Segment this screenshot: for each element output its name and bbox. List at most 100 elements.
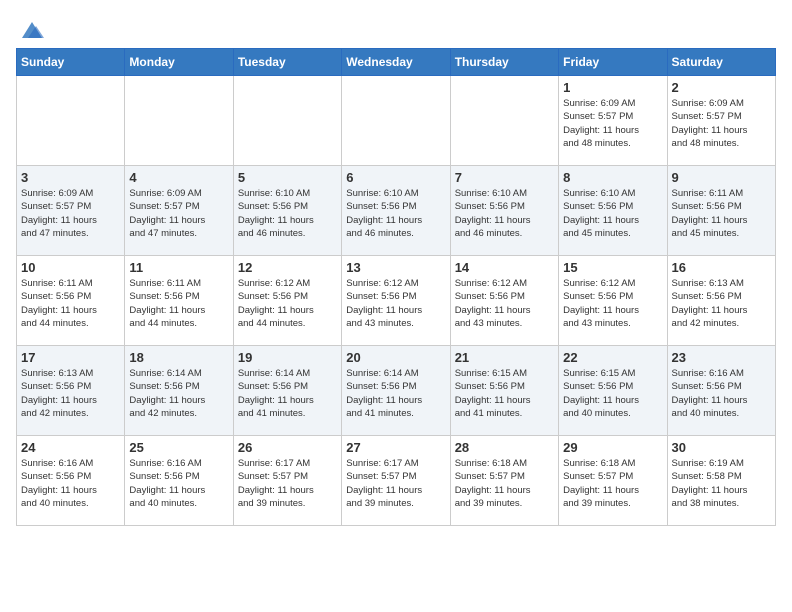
- day-number: 16: [672, 260, 771, 275]
- calendar-cell: 23 Sunrise: 6:16 AM Sunset: 5:56 PM Dayli…: [667, 346, 775, 436]
- day-number: 6: [346, 170, 445, 185]
- day-number: 2: [672, 80, 771, 95]
- day-info: Sunrise: 6:12 AM Sunset: 5:56 PM Dayligh…: [238, 277, 337, 330]
- calendar-cell: 20 Sunrise: 6:14 AM Sunset: 5:56 PM Dayli…: [342, 346, 450, 436]
- calendar-cell: 18 Sunrise: 6:14 AM Sunset: 5:56 PM Dayli…: [125, 346, 233, 436]
- day-info: Sunrise: 6:14 AM Sunset: 5:56 PM Dayligh…: [238, 367, 337, 420]
- day-info: Sunrise: 6:12 AM Sunset: 5:56 PM Dayligh…: [346, 277, 445, 330]
- calendar-cell: [125, 76, 233, 166]
- day-info: Sunrise: 6:10 AM Sunset: 5:56 PM Dayligh…: [455, 187, 554, 240]
- calendar-week-row: 10 Sunrise: 6:11 AM Sunset: 5:56 PM Dayli…: [17, 256, 776, 346]
- day-number: 21: [455, 350, 554, 365]
- calendar-week-row: 24Sunrise: 6:16 AM Sunset: 5:56 PM Dayli…: [17, 436, 776, 526]
- calendar-cell: 26 Sunrise: 6:17 AM Sunset: 5:57 PM Dayli…: [233, 436, 341, 526]
- day-number: 15: [563, 260, 662, 275]
- day-number: 22: [563, 350, 662, 365]
- day-info: Sunrise: 6:09 AM Sunset: 5:57 PM Dayligh…: [563, 97, 662, 150]
- day-info: Sunrise: 6:14 AM Sunset: 5:56 PM Dayligh…: [346, 367, 445, 420]
- day-number: 28: [455, 440, 554, 455]
- day-number: 1: [563, 80, 662, 95]
- calendar-week-row: 3 Sunrise: 6:09 AM Sunset: 5:57 PM Daylig…: [17, 166, 776, 256]
- day-number: 29: [563, 440, 662, 455]
- day-number: 3: [21, 170, 120, 185]
- weekday-header: Sunday: [17, 49, 125, 76]
- day-info: Sunrise: 6:17 AM Sunset: 5:57 PM Dayligh…: [238, 457, 337, 510]
- day-info: Sunrise: 6:19 AM Sunset: 5:58 PM Dayligh…: [672, 457, 771, 510]
- logo: [16, 16, 46, 38]
- day-number: 20: [346, 350, 445, 365]
- calendar-cell: 4 Sunrise: 6:09 AM Sunset: 5:57 PM Daylig…: [125, 166, 233, 256]
- calendar-cell: 14 Sunrise: 6:12 AM Sunset: 5:56 PM Dayli…: [450, 256, 558, 346]
- day-number: 9: [672, 170, 771, 185]
- calendar-cell: 21 Sunrise: 6:15 AM Sunset: 5:56 PM Dayli…: [450, 346, 558, 436]
- calendar-cell: 7 Sunrise: 6:10 AM Sunset: 5:56 PM Daylig…: [450, 166, 558, 256]
- calendar-table: SundayMondayTuesdayWednesdayThursdayFrid…: [16, 48, 776, 526]
- calendar-cell: 16 Sunrise: 6:13 AM Sunset: 5:56 PM Dayli…: [667, 256, 775, 346]
- calendar-cell: 8 Sunrise: 6:10 AM Sunset: 5:56 PM Daylig…: [559, 166, 667, 256]
- calendar-week-row: 1 Sunrise: 6:09 AM Sunset: 5:57 PM Daylig…: [17, 76, 776, 166]
- day-info: Sunrise: 6:17 AM Sunset: 5:57 PM Dayligh…: [346, 457, 445, 510]
- calendar-cell: 1 Sunrise: 6:09 AM Sunset: 5:57 PM Daylig…: [559, 76, 667, 166]
- weekday-header: Thursday: [450, 49, 558, 76]
- day-number: 7: [455, 170, 554, 185]
- calendar-cell: [342, 76, 450, 166]
- day-number: 10: [21, 260, 120, 275]
- logo-icon: [18, 16, 46, 44]
- day-number: 26: [238, 440, 337, 455]
- page-header: [16, 16, 776, 38]
- day-info: Sunrise: 6:12 AM Sunset: 5:56 PM Dayligh…: [563, 277, 662, 330]
- calendar-cell: 28Sunrise: 6:18 AM Sunset: 5:57 PM Dayli…: [450, 436, 558, 526]
- day-number: 23: [672, 350, 771, 365]
- calendar-cell: 22 Sunrise: 6:15 AM Sunset: 5:56 PM Dayli…: [559, 346, 667, 436]
- day-info: Sunrise: 6:09 AM Sunset: 5:57 PM Dayligh…: [129, 187, 228, 240]
- weekday-header: Saturday: [667, 49, 775, 76]
- day-info: Sunrise: 6:10 AM Sunset: 5:56 PM Dayligh…: [238, 187, 337, 240]
- day-info: Sunrise: 6:18 AM Sunset: 5:57 PM Dayligh…: [563, 457, 662, 510]
- day-info: Sunrise: 6:15 AM Sunset: 5:56 PM Dayligh…: [563, 367, 662, 420]
- day-info: Sunrise: 6:16 AM Sunset: 5:56 PM Dayligh…: [672, 367, 771, 420]
- day-info: Sunrise: 6:13 AM Sunset: 5:56 PM Dayligh…: [672, 277, 771, 330]
- calendar-cell: 27 Sunrise: 6:17 AM Sunset: 5:57 PM Dayli…: [342, 436, 450, 526]
- calendar-cell: 12Sunrise: 6:12 AM Sunset: 5:56 PM Dayli…: [233, 256, 341, 346]
- calendar-cell: 25Sunrise: 6:16 AM Sunset: 5:56 PM Dayli…: [125, 436, 233, 526]
- calendar-cell: 24Sunrise: 6:16 AM Sunset: 5:56 PM Dayli…: [17, 436, 125, 526]
- calendar-cell: [233, 76, 341, 166]
- calendar-cell: 30Sunrise: 6:19 AM Sunset: 5:58 PM Dayli…: [667, 436, 775, 526]
- calendar-cell: [450, 76, 558, 166]
- day-number: 19: [238, 350, 337, 365]
- weekday-header: Tuesday: [233, 49, 341, 76]
- day-number: 11: [129, 260, 228, 275]
- weekday-header: Wednesday: [342, 49, 450, 76]
- day-info: Sunrise: 6:09 AM Sunset: 5:57 PM Dayligh…: [672, 97, 771, 150]
- day-number: 27: [346, 440, 445, 455]
- calendar-cell: 3 Sunrise: 6:09 AM Sunset: 5:57 PM Daylig…: [17, 166, 125, 256]
- weekday-header: Monday: [125, 49, 233, 76]
- day-info: Sunrise: 6:15 AM Sunset: 5:56 PM Dayligh…: [455, 367, 554, 420]
- calendar-header-row: SundayMondayTuesdayWednesdayThursdayFrid…: [17, 49, 776, 76]
- day-info: Sunrise: 6:10 AM Sunset: 5:56 PM Dayligh…: [563, 187, 662, 240]
- day-info: Sunrise: 6:10 AM Sunset: 5:56 PM Dayligh…: [346, 187, 445, 240]
- day-number: 18: [129, 350, 228, 365]
- calendar-cell: 17Sunrise: 6:13 AM Sunset: 5:56 PM Dayli…: [17, 346, 125, 436]
- day-number: 14: [455, 260, 554, 275]
- day-number: 8: [563, 170, 662, 185]
- calendar-cell: 6 Sunrise: 6:10 AM Sunset: 5:56 PM Daylig…: [342, 166, 450, 256]
- day-number: 24: [21, 440, 120, 455]
- weekday-header: Friday: [559, 49, 667, 76]
- day-info: Sunrise: 6:11 AM Sunset: 5:56 PM Dayligh…: [672, 187, 771, 240]
- calendar-week-row: 17Sunrise: 6:13 AM Sunset: 5:56 PM Dayli…: [17, 346, 776, 436]
- day-info: Sunrise: 6:12 AM Sunset: 5:56 PM Dayligh…: [455, 277, 554, 330]
- day-info: Sunrise: 6:11 AM Sunset: 5:56 PM Dayligh…: [129, 277, 228, 330]
- day-info: Sunrise: 6:14 AM Sunset: 5:56 PM Dayligh…: [129, 367, 228, 420]
- day-info: Sunrise: 6:09 AM Sunset: 5:57 PM Dayligh…: [21, 187, 120, 240]
- day-number: 5: [238, 170, 337, 185]
- day-number: 25: [129, 440, 228, 455]
- calendar-cell: 9 Sunrise: 6:11 AM Sunset: 5:56 PM Daylig…: [667, 166, 775, 256]
- calendar-cell: 2 Sunrise: 6:09 AM Sunset: 5:57 PM Daylig…: [667, 76, 775, 166]
- day-number: 4: [129, 170, 228, 185]
- day-info: Sunrise: 6:11 AM Sunset: 5:56 PM Dayligh…: [21, 277, 120, 330]
- day-number: 13: [346, 260, 445, 275]
- calendar-cell: [17, 76, 125, 166]
- day-info: Sunrise: 6:13 AM Sunset: 5:56 PM Dayligh…: [21, 367, 120, 420]
- calendar-cell: 5 Sunrise: 6:10 AM Sunset: 5:56 PM Daylig…: [233, 166, 341, 256]
